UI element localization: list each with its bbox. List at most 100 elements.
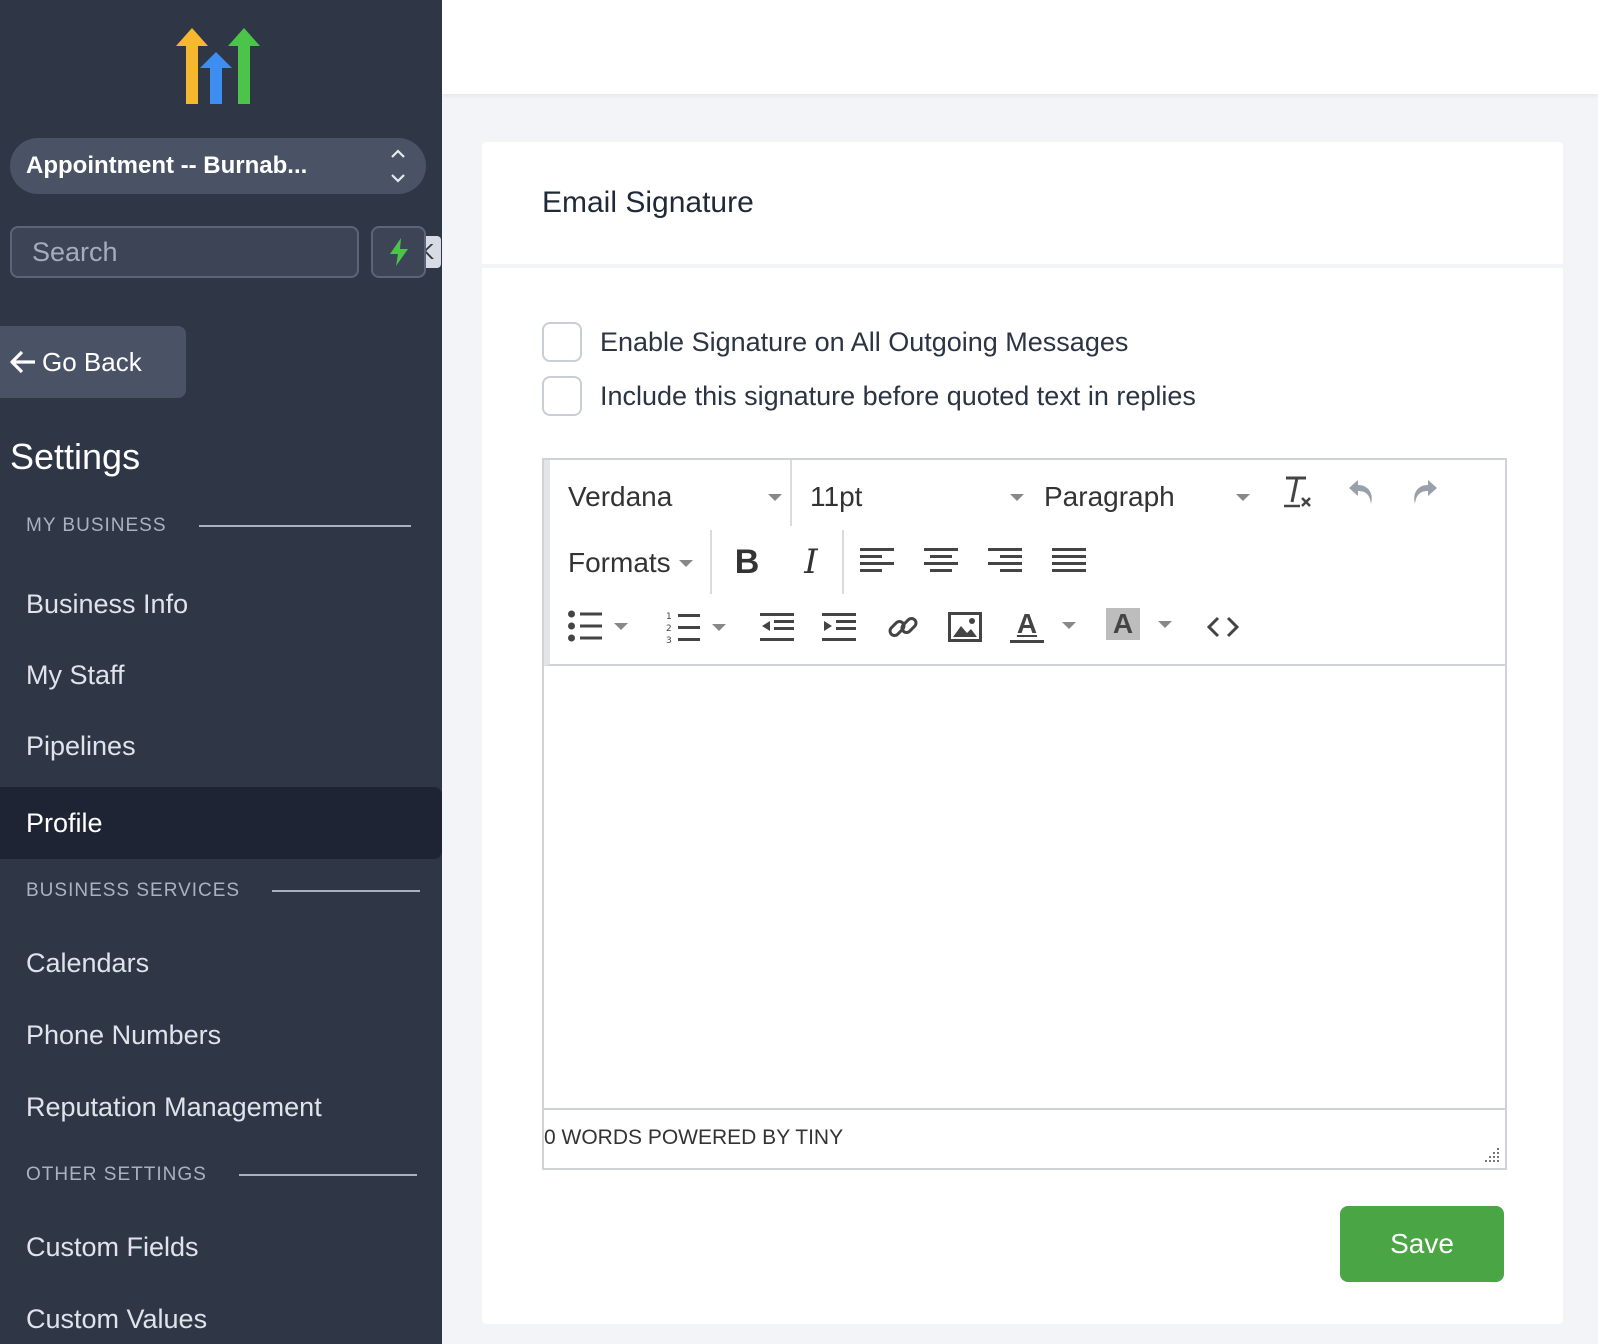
italic-icon: I bbox=[804, 542, 818, 582]
background-color-button[interactable]: A bbox=[1106, 608, 1172, 640]
app-logo[interactable] bbox=[176, 28, 260, 104]
sidebar-item-business-info[interactable]: Business Info bbox=[0, 568, 442, 640]
editor-content-area[interactable] bbox=[544, 666, 1505, 1108]
search-input[interactable] bbox=[32, 236, 386, 268]
editor-status-bar: 0 WORDS POWERED BY TINY bbox=[544, 1108, 1505, 1168]
quick-actions-button[interactable] bbox=[371, 226, 426, 278]
sidebar-item-profile[interactable]: Profile bbox=[0, 787, 442, 859]
align-justify-button[interactable] bbox=[1052, 546, 1086, 576]
go-back-button[interactable]: Go Back bbox=[0, 326, 186, 398]
chevron-down-icon bbox=[1236, 493, 1250, 501]
enable-signature-option[interactable]: Enable Signature on All Outgoing Message… bbox=[542, 322, 1128, 362]
section-heading-label: BUSINESS SERVICES bbox=[26, 880, 241, 901]
insert-image-button[interactable] bbox=[948, 612, 982, 642]
redo-icon bbox=[1414, 480, 1437, 504]
clear-formatting-icon bbox=[1284, 476, 1311, 508]
indent-button[interactable] bbox=[822, 612, 856, 642]
search-field[interactable]: ⌘ K bbox=[10, 226, 442, 278]
svg-text:3: 3 bbox=[666, 636, 672, 644]
background-color-glyph: A bbox=[1112, 608, 1134, 639]
chevron-down-icon bbox=[768, 493, 782, 501]
source-code-button[interactable] bbox=[1206, 610, 1240, 644]
save-button[interactable]: Save bbox=[1340, 1206, 1504, 1282]
outdent-button[interactable] bbox=[760, 612, 794, 642]
rich-text-editor: Verdana 11pt Paragraph Formats B I 1 2 3… bbox=[542, 458, 1507, 1170]
chevron-down-icon bbox=[614, 622, 628, 630]
background-color-icon: A bbox=[1106, 608, 1140, 640]
font-family-select[interactable]: Verdana bbox=[568, 478, 782, 516]
enable-signature-label: Enable Signature on All Outgoing Message… bbox=[600, 326, 1129, 357]
section-heading-label: MY BUSINESS bbox=[26, 515, 167, 536]
undo-icon bbox=[1349, 480, 1372, 504]
chevron-down-icon bbox=[678, 559, 693, 567]
sidebar-item-pipelines[interactable]: Pipelines bbox=[0, 710, 442, 782]
email-signature-card: Email Signature Enable Signature on All … bbox=[482, 142, 1563, 1324]
numbered-list-icon: 1 2 3 bbox=[666, 612, 700, 644]
sidebar-item-custom-fields[interactable]: Custom Fields bbox=[0, 1211, 442, 1283]
block-format-value: Paragraph bbox=[1044, 481, 1175, 512]
redo-button[interactable] bbox=[1410, 476, 1440, 508]
svg-text:2: 2 bbox=[666, 624, 672, 634]
sidebar-item-custom-values[interactable]: Custom Values bbox=[0, 1283, 442, 1344]
card-title: Email Signature bbox=[482, 142, 1563, 268]
align-right-button[interactable] bbox=[988, 546, 1022, 576]
font-size-select[interactable]: 11pt bbox=[810, 478, 1024, 516]
chevron-down-icon bbox=[712, 623, 726, 631]
include-before-quoted-option[interactable]: Include this signature before quoted tex… bbox=[542, 376, 1196, 416]
sidebar-item-my-staff[interactable]: My Staff bbox=[0, 639, 442, 711]
toolbar-separator bbox=[710, 530, 712, 594]
numbered-list-button[interactable]: 1 2 3 bbox=[666, 610, 726, 644]
divider bbox=[198, 525, 411, 527]
account-name: Appointment -- Burnab... bbox=[26, 152, 308, 179]
formats-menu[interactable]: Formats bbox=[568, 544, 693, 582]
word-count: 0 WORDS POWERED BY TINY bbox=[544, 1126, 844, 1149]
align-justify-icon bbox=[1052, 548, 1086, 572]
outdent-icon bbox=[760, 613, 794, 641]
indent-icon bbox=[822, 613, 856, 641]
chevron-down-icon bbox=[1010, 493, 1024, 501]
divider bbox=[272, 890, 421, 892]
link-icon bbox=[888, 617, 918, 637]
top-bar bbox=[442, 0, 1598, 94]
block-format-select[interactable]: Paragraph bbox=[1044, 478, 1250, 516]
resize-handle-icon[interactable] bbox=[1483, 1146, 1501, 1164]
editor-toolbar: Verdana 11pt Paragraph Formats B I 1 2 3… bbox=[544, 460, 1505, 666]
align-right-icon bbox=[988, 548, 1022, 572]
align-center-icon bbox=[924, 548, 958, 572]
align-center-button[interactable] bbox=[924, 546, 958, 576]
arrow-left-icon bbox=[10, 350, 35, 374]
section-heading-my-business: MY BUSINESS bbox=[26, 515, 411, 537]
divider bbox=[238, 1174, 417, 1176]
italic-button[interactable]: I bbox=[794, 542, 828, 582]
sidebar-item-calendars[interactable]: Calendars bbox=[0, 927, 442, 999]
bold-icon: B bbox=[734, 542, 760, 581]
enable-signature-checkbox[interactable] bbox=[542, 322, 582, 362]
align-left-button[interactable] bbox=[860, 546, 894, 576]
font-size-value: 11pt bbox=[810, 481, 863, 512]
bold-button[interactable]: B bbox=[730, 542, 764, 582]
toolbar-separator bbox=[790, 460, 792, 526]
lightning-bolt-icon bbox=[389, 238, 408, 266]
section-heading-other-settings: OTHER SETTINGS bbox=[26, 1164, 417, 1186]
sidebar-item-reputation-management[interactable]: Reputation Management bbox=[0, 1071, 442, 1143]
insert-link-button[interactable] bbox=[886, 610, 920, 644]
include-before-quoted-checkbox[interactable] bbox=[542, 376, 582, 416]
sidebar: Appointment -- Burnab... ⌘ K Go Back Set… bbox=[0, 0, 442, 1344]
bullet-list-button[interactable] bbox=[568, 610, 628, 642]
section-heading-label: OTHER SETTINGS bbox=[26, 1164, 207, 1185]
sidebar-item-phone-numbers[interactable]: Phone Numbers bbox=[0, 999, 442, 1071]
formats-label: Formats bbox=[568, 547, 671, 578]
bullet-list-icon bbox=[568, 610, 602, 642]
section-heading-business-services: BUSINESS SERVICES bbox=[26, 880, 421, 902]
include-before-quoted-label: Include this signature before quoted tex… bbox=[600, 380, 1196, 411]
text-color-glyph: A bbox=[1016, 608, 1038, 639]
text-color-button[interactable]: A bbox=[1010, 608, 1076, 643]
settings-title: Settings bbox=[10, 436, 141, 477]
undo-button[interactable] bbox=[1346, 476, 1376, 508]
up-down-chevron-icon bbox=[388, 149, 408, 183]
svg-text:1: 1 bbox=[666, 612, 672, 622]
font-family-value: Verdana bbox=[568, 481, 673, 512]
clear-formatting-button[interactable] bbox=[1280, 474, 1314, 510]
account-switcher[interactable]: Appointment -- Burnab... bbox=[10, 138, 426, 194]
chevron-down-icon bbox=[1062, 622, 1076, 629]
